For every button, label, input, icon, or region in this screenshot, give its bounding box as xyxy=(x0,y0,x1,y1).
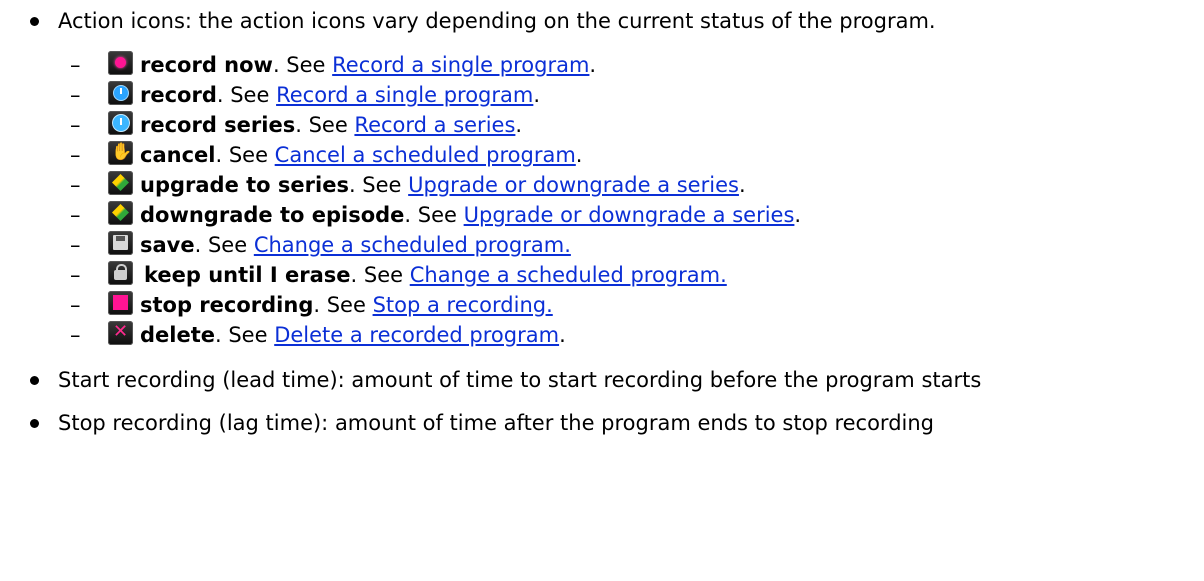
see-text: . See xyxy=(272,53,333,77)
see-text: . See xyxy=(348,173,409,197)
link-delete-recorded-program[interactable]: Delete a recorded program xyxy=(274,323,559,347)
action-description: cancel. See Cancel a scheduled program. xyxy=(140,140,582,170)
action-name: downgrade to episode xyxy=(140,203,405,227)
bullet-icon xyxy=(30,376,39,385)
dash-marker: – xyxy=(70,113,81,137)
action-name: cancel xyxy=(140,143,216,167)
dash-marker: – xyxy=(70,293,81,317)
action-name: save xyxy=(140,233,195,257)
bullet-text: Start recording (lead time): amount of t… xyxy=(58,368,982,392)
period: . xyxy=(794,203,802,227)
see-text: . See xyxy=(295,113,355,137)
link-record-single-program[interactable]: Record a single program xyxy=(332,53,589,77)
action-name: delete xyxy=(140,323,215,347)
action-description: save. See Change a scheduled program. xyxy=(140,230,571,260)
action-description: downgrade to episode. See Upgrade or dow… xyxy=(140,200,801,230)
stop-recording-icon xyxy=(108,291,133,315)
action-name: record xyxy=(140,83,217,107)
period: . xyxy=(559,323,566,347)
dash-marker: – xyxy=(70,53,81,77)
action-description: upgrade to series. See Upgrade or downgr… xyxy=(140,170,746,200)
period: . xyxy=(738,173,746,197)
bullet-text: Action icons: the action icons vary depe… xyxy=(58,9,936,33)
action-name: record series xyxy=(140,113,296,137)
period: . xyxy=(533,83,541,107)
dash-marker: – xyxy=(70,233,81,257)
link-stop-recording[interactable]: Stop a recording. xyxy=(373,293,553,317)
period: . xyxy=(589,53,597,77)
action-name: upgrade to series xyxy=(140,173,349,197)
bullet-icon xyxy=(30,419,39,428)
document-page: Action icons: the action icons vary depe… xyxy=(0,0,1204,581)
delete-icon: ✕ xyxy=(108,321,133,345)
link-cancel-scheduled-program[interactable]: Cancel a scheduled program xyxy=(275,143,576,167)
record-icon xyxy=(108,81,133,105)
link-upgrade-downgrade-series[interactable]: Upgrade or downgrade a series xyxy=(408,173,739,197)
see-text: . See xyxy=(313,293,373,317)
link-record-single-program[interactable]: Record a single program xyxy=(276,83,533,107)
action-description: record series. See Record a series. xyxy=(140,110,522,140)
action-name: stop recording xyxy=(140,293,314,317)
action-name: record now xyxy=(140,53,273,77)
keep-until-erase-icon xyxy=(108,261,133,285)
action-description: keep until I erase. See Change a schedul… xyxy=(144,260,727,290)
dash-marker: – xyxy=(70,83,81,107)
see-text: . See xyxy=(215,323,275,347)
upgrade-to-series-icon xyxy=(108,171,133,195)
link-upgrade-downgrade-series[interactable]: Upgrade or downgrade a series xyxy=(464,203,795,227)
dash-marker: – xyxy=(70,263,81,287)
action-description: record. See Record a single program. xyxy=(140,80,540,110)
period: . xyxy=(575,143,583,167)
see-text: . See xyxy=(404,203,464,227)
link-change-scheduled-program[interactable]: Change a scheduled program. xyxy=(410,263,727,287)
dash-marker: – xyxy=(70,143,81,167)
see-text: . See xyxy=(215,143,275,167)
downgrade-to-episode-icon xyxy=(108,201,133,225)
link-change-scheduled-program[interactable]: Change a scheduled program. xyxy=(254,233,571,257)
action-description: delete. See Delete a recorded program. xyxy=(140,320,566,350)
action-description: record now. See Record a single program. xyxy=(140,50,596,80)
action-name: keep until I erase xyxy=(144,263,351,287)
record-series-icon xyxy=(108,111,133,135)
action-description: stop recording. See Stop a recording. xyxy=(140,290,553,320)
bullet-text: Stop recording (lag time): amount of tim… xyxy=(58,411,935,435)
bullet-icon xyxy=(30,17,39,26)
dash-marker: – xyxy=(70,203,81,227)
dash-marker: – xyxy=(70,173,81,197)
save-icon xyxy=(108,231,133,255)
see-text: . See xyxy=(194,233,254,257)
cancel-icon: ✋ xyxy=(108,141,133,165)
see-text: . See xyxy=(350,263,410,287)
dash-marker: – xyxy=(70,323,81,347)
link-record-series[interactable]: Record a series xyxy=(354,113,515,137)
record-now-icon xyxy=(108,51,133,75)
see-text: . See xyxy=(216,83,277,107)
period: . xyxy=(515,113,523,137)
